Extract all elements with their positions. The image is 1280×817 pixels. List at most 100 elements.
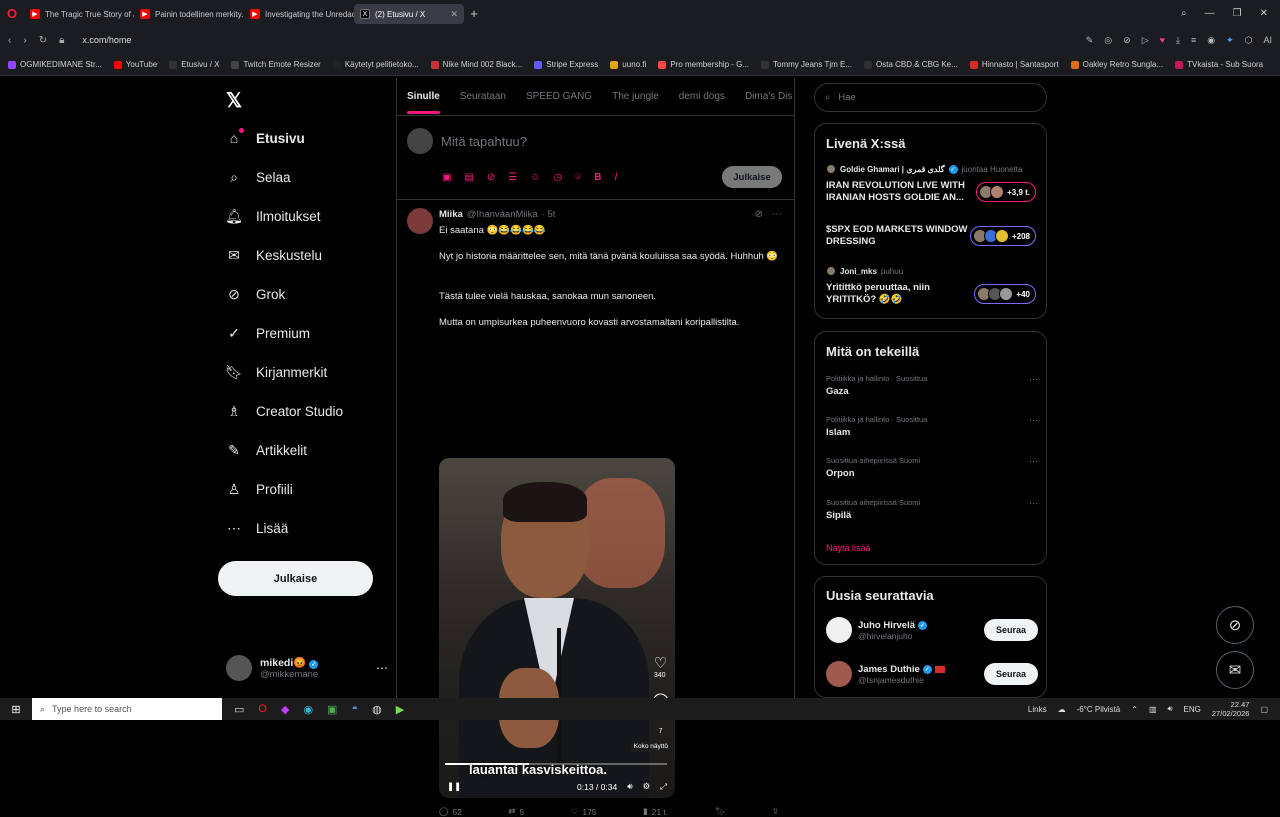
follow-button[interactable]: Seuraa — [984, 663, 1038, 685]
avatar[interactable] — [407, 208, 433, 234]
live-item[interactable]: Joni_mks puhuu Yritittkö peruuttaa, niin … — [826, 266, 1036, 306]
tab-list[interactable]: The jungle — [612, 91, 659, 102]
views-button[interactable]: ▮ 21 t. — [643, 806, 668, 817]
new-tab-button[interactable]: + — [464, 6, 484, 21]
opera-logo-icon[interactable]: O — [0, 0, 24, 26]
live-item[interactable]: Goldie Ghamari | گلدی قمری ✓ juontaa Huone… — [826, 164, 1036, 204]
clock[interactable]: 22.47 27/02/2026 — [1212, 700, 1250, 718]
minimize-icon[interactable]: — — [1205, 8, 1215, 19]
search-input[interactable]: ⌕ Hae — [814, 83, 1047, 112]
tweet-author-handle[interactable]: @IhanvaanMiika — [467, 209, 538, 220]
weather-text[interactable]: -6°C Pilvistä — [1077, 705, 1121, 714]
browser-tab[interactable]: ▶ Investigating the Unredac... — [244, 4, 354, 24]
tweet-time[interactable]: · 5t — [542, 209, 556, 220]
discord-icon[interactable]: ◓ — [351, 703, 358, 716]
bookmark-item[interactable]: Oakley Retro Sungla... — [1070, 60, 1163, 69]
links-toolbar[interactable]: Links — [1028, 705, 1047, 714]
share-button[interactable]: ⇪ — [772, 806, 779, 817]
video-share[interactable]: 7 — [659, 728, 663, 735]
bookmark-item[interactable]: Tommy Jeans Tjm E... — [761, 60, 852, 69]
app-icon[interactable]: ◆ — [281, 703, 289, 716]
tab-list[interactable]: Dima's Dis — [745, 91, 792, 102]
gif-icon[interactable]: ▤ — [464, 172, 473, 183]
profile-icon[interactable]: ◉ — [1207, 35, 1215, 46]
tweet-author-name[interactable]: Miika — [439, 209, 463, 220]
bookmark-item[interactable]: OGMIKEDIMANE Str... — [8, 60, 102, 69]
video-player[interactable]: ♡340 ◯6 7 Koko näyttö lauantai kasviskei… — [439, 458, 675, 798]
app-icon[interactable]: ◍ — [372, 703, 382, 716]
browser-tab[interactable]: ▶ The Tragic True Story of J... — [24, 4, 134, 24]
more-icon[interactable]: ⋯ — [1029, 456, 1038, 467]
bookmark-item[interactable]: Pro membership - G... — [658, 60, 749, 69]
more-icon[interactable]: ⋯ — [1029, 374, 1038, 385]
camera-icon[interactable]: ◎ — [1104, 35, 1112, 46]
windows-start-icon[interactable]: ⊞ — [0, 703, 32, 716]
live-item[interactable]: $SPX EOD MARKETS WINDOW DRESSING +208 — [826, 224, 1036, 248]
composer-input[interactable]: Mitä tapahtuu? — [441, 134, 527, 149]
bookmark-item[interactable]: Etusivu / X — [169, 60, 219, 69]
bookmark-item[interactable]: Käytetyt pelitietoko... — [332, 60, 419, 69]
trend-item[interactable]: Suosittua aihepiirissä Suomi Sipilä ⋯ — [826, 498, 1038, 521]
more-icon[interactable]: ⋯ — [772, 209, 782, 220]
more-icon[interactable]: ⋯ — [1029, 498, 1038, 509]
forward-icon[interactable]: › — [23, 35, 26, 46]
image-icon[interactable]: ▣ — [442, 172, 451, 183]
trend-item[interactable]: Politiikka ja hallinto · Suosittua Gaza ⋯ — [826, 374, 1038, 397]
tab-following[interactable]: Seurataan — [460, 91, 506, 102]
show-more-link[interactable]: Näytä lisää — [826, 543, 871, 553]
bookmark-item[interactable]: Hinnasto | Santasport — [969, 60, 1059, 69]
nav-creator-studio[interactable]: ♗ Creator Studio — [226, 403, 343, 419]
network-icon[interactable]: ▥ — [1149, 705, 1157, 714]
follow-suggestion[interactable]: Juho Hirvelä ✓ @hirvelanjuho Seuraa — [826, 615, 1038, 645]
nav-messages[interactable]: ✉ Keskustelu — [226, 247, 322, 263]
follow-button[interactable]: Seuraa — [984, 619, 1038, 641]
repost-button[interactable]: ⇄ 5 — [508, 806, 524, 817]
x-logo-icon[interactable]: 𝕏 — [226, 88, 242, 113]
tab-list[interactable]: demi dogs — [679, 91, 725, 102]
nav-profile[interactable]: ♙ Profiili — [226, 481, 293, 497]
nav-notifications[interactable]: 🔔︎ Ilmoitukset — [225, 208, 320, 224]
more-icon[interactable]: ⋯ — [1029, 415, 1038, 426]
bookmark-item[interactable]: Stripe Express — [534, 60, 598, 69]
browser-tab-active[interactable]: X (2) Etusivu / X ✕ — [354, 4, 464, 24]
reload-icon[interactable]: ↻ — [39, 35, 47, 46]
composer-post-button[interactable]: Julkaise — [722, 166, 782, 188]
edge-icon[interactable]: ◉ — [303, 703, 313, 716]
nav-explore[interactable]: ⌕ Selaa — [226, 169, 290, 185]
bookmark-button[interactable]: 🔖︎ — [715, 806, 726, 817]
account-switcher[interactable]: mikedi😡 ✓ @mikkemane ⋯ — [226, 652, 388, 684]
maximize-icon[interactable]: ❐ — [1233, 8, 1242, 19]
search-tabs-icon[interactable]: ⌕ — [1181, 8, 1187, 19]
bookmark-item[interactable]: Osta CBD & CBG Ke... — [864, 60, 958, 69]
back-icon[interactable]: ‹ — [8, 35, 11, 46]
menu-icon[interactable]: ≡ — [1191, 35, 1196, 46]
video-like[interactable]: ♡ 340 — [654, 654, 667, 679]
notifications-icon[interactable]: ▢ — [1260, 705, 1268, 714]
italic-icon[interactable]: I — [614, 172, 617, 183]
bookmark-item[interactable]: TVkaista - Sub Suora — [1175, 60, 1263, 69]
tweet[interactable]: Miika @IhanvaanMiika · 5t ⊘ ⋯ Ei saatana… — [397, 200, 794, 817]
schedule-icon[interactable]: ◷ — [553, 172, 562, 183]
messages-fab-button[interactable]: ✉ — [1216, 651, 1254, 689]
nav-home[interactable]: ⌂ Etusivu — [226, 128, 305, 146]
browser-tab[interactable]: ▶ Painin todellinen merkity... — [134, 4, 244, 24]
bookmark-item[interactable]: uuno.fi — [610, 60, 646, 69]
vpn-icon[interactable]: ⊘ — [1123, 35, 1131, 46]
nav-bookmarks[interactable]: 🔖︎ Kirjanmerkit — [225, 364, 327, 380]
settings-icon[interactable]: ⚙ — [643, 781, 651, 792]
poll-icon[interactable]: ☰ — [508, 172, 517, 183]
location-icon[interactable]: ⌾ — [575, 172, 581, 183]
fullscreen-icon[interactable]: ⤢ — [660, 781, 667, 792]
tab-list[interactable]: SPEED GANG — [526, 91, 592, 102]
edit-icon[interactable]: ✎ — [1086, 35, 1094, 46]
close-window-icon[interactable]: ✕ — [1260, 8, 1268, 19]
volume-icon[interactable]: 🔊︎ — [627, 781, 632, 792]
nav-more[interactable]: ⋯ Lisää — [226, 520, 288, 536]
url-field[interactable]: x.com/home — [82, 35, 131, 45]
app-icon[interactable]: ▶ — [396, 703, 404, 716]
pause-icon[interactable]: ❚❚ — [447, 781, 461, 792]
grok-fab-button[interactable]: ⊘ — [1216, 606, 1254, 644]
tray-expand-icon[interactable]: ⌃ — [1131, 705, 1138, 714]
taskbar-search[interactable]: ⌕ Type here to search — [32, 698, 222, 720]
more-icon[interactable]: ⋯ — [376, 661, 388, 675]
